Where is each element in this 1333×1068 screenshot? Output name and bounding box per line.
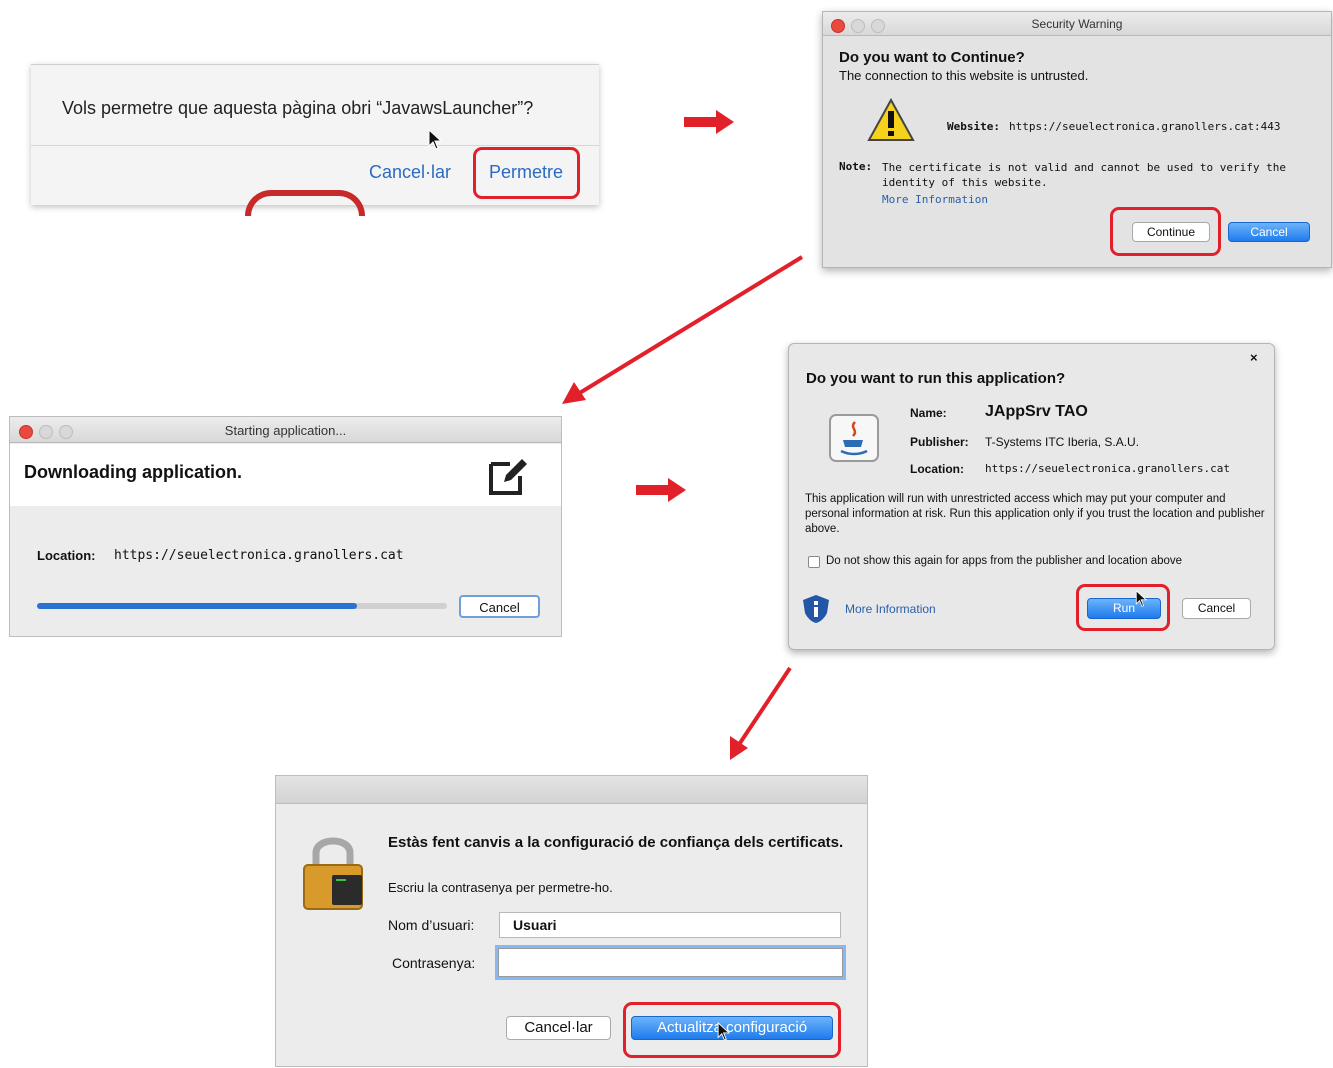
background-red-shape — [245, 190, 365, 216]
arrow-diagonal-2 — [562, 255, 804, 404]
password-label: Contrasenya: — [392, 955, 476, 971]
note-label: Note: — [839, 160, 873, 173]
download-progress-track — [37, 603, 447, 609]
cursor-icon — [717, 1022, 731, 1041]
download-progress-fill — [37, 603, 357, 609]
do-not-show-checkbox[interactable] — [808, 556, 820, 568]
run-cancel-button[interactable]: Cancel — [1182, 598, 1251, 619]
info-shield-icon — [803, 595, 829, 623]
starting-app-titlebar: Starting application... — [10, 417, 561, 443]
security-subheading: The connection to this website is untrus… — [839, 68, 1089, 83]
padlock-icon — [303, 837, 363, 910]
run-highlight — [1076, 584, 1170, 631]
security-warning-window: Security Warning Do you want to Continue… — [822, 11, 1332, 268]
continue-highlight — [1110, 207, 1221, 256]
website-value: https://seuelectronica.granollers.cat:44… — [1009, 120, 1281, 133]
window-title: Security Warning — [1031, 17, 1123, 31]
do-not-show-label[interactable]: Do not show this again for apps from the… — [826, 555, 1182, 567]
permission-cancel-button[interactable]: Cancel·lar — [369, 162, 451, 183]
note-text: The certificate is not valid and cannot … — [882, 161, 1286, 189]
warning-icon — [867, 98, 915, 141]
password-cancel-button[interactable]: Cancel·lar — [506, 1016, 611, 1040]
name-value: JAppSrv TAO — [985, 403, 1088, 420]
publisher-value: T-Systems ITC Iberia, S.A.U. — [985, 435, 1140, 449]
password-dialog-toolbar — [276, 776, 867, 804]
download-header-panel: Downloading application. — [10, 444, 561, 506]
location-value: https://seuelectronica.granollers.cat — [985, 462, 1231, 475]
password-dialog: Estàs fent canvis a la configuració de c… — [275, 775, 868, 1067]
download-location-value: https://seuelectronica.granollers.cat — [114, 548, 404, 563]
run-warning-text: This application will run with unrestric… — [805, 493, 1265, 535]
name-label: Name: — [910, 406, 947, 420]
permission-question: Vols permetre que aquesta pàgina obri “J… — [62, 98, 534, 118]
security-more-info-link[interactable]: More Information — [882, 193, 988, 206]
arrow-right-3 — [636, 478, 686, 502]
window-title: Starting application... — [224, 423, 347, 438]
username-value: Usuari — [513, 917, 557, 933]
username-label: Nom d’usuari: — [388, 917, 475, 933]
download-location-label: Location: — [37, 548, 96, 563]
security-cancel-button[interactable]: Cancel — [1228, 222, 1310, 242]
run-heading: Do you want to run this application? — [806, 370, 1066, 387]
arrow-diagonal-4 — [730, 666, 792, 760]
username-field[interactable]: Usuari — [499, 912, 841, 938]
starting-app-window: Starting application... Downloading appl… — [9, 416, 562, 637]
close-icon[interactable]: × — [1250, 350, 1258, 365]
permission-dialog: Vols permetre que aquesta pàgina obri “J… — [31, 64, 599, 205]
download-heading: Downloading application. — [24, 462, 242, 482]
permission-divider — [31, 145, 599, 146]
download-cancel-button[interactable]: Cancel — [459, 595, 540, 618]
run-application-window: × Do you want to run this application? N… — [788, 343, 1275, 650]
run-more-info-link[interactable]: More Information — [845, 602, 936, 616]
allow-highlight — [473, 147, 580, 199]
java-icon — [829, 414, 879, 462]
security-warning-titlebar: Security Warning — [823, 12, 1331, 36]
password-subtext: Escriu la contrasenya per permetre-ho. — [388, 880, 613, 895]
edit-icon — [489, 459, 527, 495]
cursor-icon — [428, 129, 443, 150]
website-label: Website: — [947, 120, 1000, 133]
update-highlight — [623, 1002, 841, 1058]
security-heading: Do you want to Continue? — [839, 49, 1025, 66]
location-label: Location: — [910, 462, 964, 476]
publisher-label: Publisher: — [910, 435, 969, 449]
cursor-icon — [1135, 590, 1148, 607]
password-heading: Estàs fent canvis a la configuració de c… — [388, 834, 844, 851]
password-field[interactable] — [498, 948, 843, 977]
arrow-right-1 — [684, 110, 734, 134]
